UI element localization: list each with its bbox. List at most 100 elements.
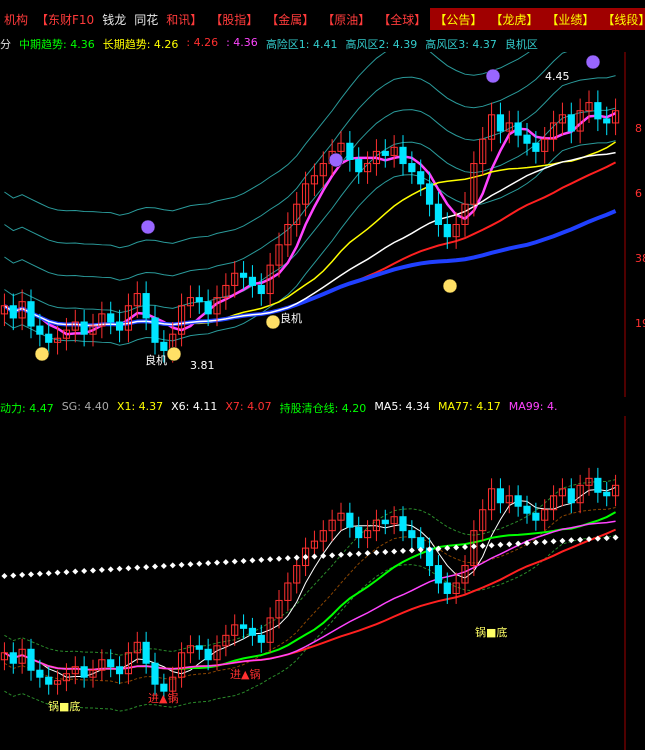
diamond-marker <box>152 563 158 570</box>
moving-average-0 <box>4 486 616 678</box>
sub-indicator-chart[interactable]: 锅■底进▲锅进▲锅锅■底 <box>0 416 645 750</box>
main-legend-item-0: 分 <box>0 38 11 51</box>
menu-item-1[interactable]: 【东财F10 <box>32 8 98 30</box>
sub-legend-item-0: 动力: 4.47 <box>0 402 54 415</box>
diamond-marker <box>19 571 26 578</box>
candle-body <box>36 325 44 335</box>
candle-body <box>80 321 88 335</box>
diamond-marker <box>125 565 132 572</box>
diamond-marker <box>364 550 371 557</box>
menu-item-7[interactable]: 【原油】 <box>318 8 374 30</box>
face-icon-5 <box>328 152 344 168</box>
main-legend-item-2: 长期趋势: 4.26 <box>102 38 179 51</box>
diamond-marker <box>302 554 309 561</box>
moving-average-2 <box>3 528 616 671</box>
diamond-marker <box>54 569 61 576</box>
diamond-marker <box>107 566 114 573</box>
main-legend-item-3: : 4.26 <box>186 36 219 49</box>
candle-body <box>204 648 212 661</box>
annotation-liangji_2: 良机 <box>280 311 302 325</box>
candle-body <box>239 624 248 629</box>
right-axis-label-2: 38 <box>635 252 645 265</box>
band-line-0 <box>4 534 616 712</box>
diamond-marker <box>1 573 8 580</box>
right-axis-label-1: 6 <box>635 187 642 200</box>
face-icon-1 <box>166 346 182 362</box>
menu-item-5[interactable]: 【股指】 <box>206 8 262 30</box>
diamond-marker <box>249 557 256 564</box>
diamond-marker <box>45 570 52 577</box>
face-icon-4 <box>140 219 156 235</box>
candle-body <box>195 297 203 303</box>
menu-item-0[interactable]: 机构 <box>0 8 32 30</box>
candle-body <box>355 526 363 539</box>
diamond-marker <box>160 562 167 569</box>
diamond-marker <box>400 547 406 554</box>
candle-body <box>434 565 443 584</box>
diamond-marker <box>506 541 513 548</box>
candle-body <box>443 224 451 238</box>
menu-item-3[interactable]: 同花 <box>130 8 162 30</box>
diamond-marker <box>603 535 610 542</box>
menu-item-12[interactable]: 【线段】 <box>598 8 645 30</box>
candle-body <box>257 284 265 295</box>
diamond-marker <box>329 552 336 559</box>
menu-item-2[interactable]: 钱龙 <box>98 8 130 30</box>
candle-body <box>381 150 389 156</box>
candle-body <box>425 183 434 205</box>
diamond-marker <box>187 561 194 568</box>
menu-item-6[interactable]: 【金属】 <box>262 8 318 30</box>
main-legend-item-6: 高风区2: 4.39 <box>345 38 418 51</box>
candle-body <box>381 519 389 525</box>
candle-body <box>567 488 575 504</box>
menu-item-11[interactable]: 【业绩】 <box>542 8 599 30</box>
diamond-marker <box>479 542 486 549</box>
sub-indicator-legend: 动力: 4.47 SG: 4.40 X1: 4.37 X6: 4.11 X7: 4.07… <box>0 400 645 416</box>
annotation-low_price: 3.81 <box>190 359 215 372</box>
sub-legend-item-4: X7: 4.07 <box>225 400 272 413</box>
diamond-marker <box>355 550 362 557</box>
diamond-marker <box>240 557 247 564</box>
diamond-marker <box>134 564 141 571</box>
diamond-marker <box>214 559 220 566</box>
diamond-marker <box>488 542 495 549</box>
candle-body <box>603 491 611 497</box>
candle-body <box>434 203 443 225</box>
menu-item-10[interactable]: 【龙虎】 <box>486 8 543 30</box>
moving-average-1 <box>3 511 617 671</box>
menu-item-8[interactable]: 【全球】 <box>374 8 430 30</box>
right-axis-label-3: 19 <box>635 317 645 330</box>
right-axis-label-0: 8 <box>635 122 642 135</box>
face-icon-3 <box>442 278 458 294</box>
sub-legend-item-2: X1: 4.37 <box>116 400 164 413</box>
diamond-marker <box>577 536 584 543</box>
candle-body <box>523 134 531 144</box>
band-line-4 <box>4 52 530 216</box>
candle-body <box>496 488 505 504</box>
candle-body <box>417 171 425 185</box>
main-legend-item-7: 高风区3: 4.37 <box>425 38 497 51</box>
candle-body <box>346 512 354 528</box>
candle-body <box>567 114 575 132</box>
annotation-sub_signal_1: 锅■底 <box>48 699 80 713</box>
diamond-marker <box>320 552 327 559</box>
main-price-chart[interactable]: 8638194.453.81良机良机 <box>0 52 645 397</box>
diamond-marker <box>178 561 185 568</box>
candle-body <box>408 163 416 173</box>
candle-body <box>248 276 257 286</box>
main-legend-item-5: 高险区1: 4.41 <box>265 38 338 51</box>
diamond-marker <box>72 568 79 575</box>
candle-body <box>27 648 35 671</box>
candle-body <box>408 530 416 539</box>
candle-body <box>115 321 124 331</box>
menu-item-9[interactable]: 【公告】 <box>430 8 487 30</box>
candle-body <box>27 301 35 327</box>
diamond-marker <box>470 543 477 550</box>
candle-body <box>514 122 522 136</box>
diamond-marker <box>391 548 398 555</box>
menu-item-4[interactable]: 和讯】 <box>162 8 206 30</box>
candle-body <box>355 159 363 173</box>
candle-body <box>346 142 354 160</box>
candle-body <box>594 102 602 120</box>
sub-legend-item-6: MA5: 4.34 <box>374 400 431 413</box>
